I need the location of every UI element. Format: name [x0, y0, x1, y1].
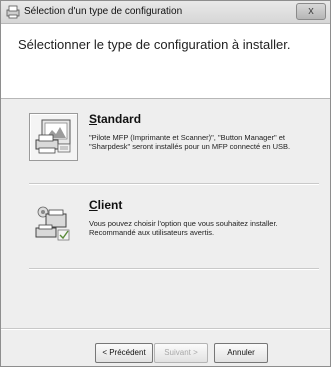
standard-option-title[interactable]: Standard [89, 112, 141, 126]
client-desc-line2: Recommandé aux utilisateurs avertis. [89, 228, 215, 237]
next-button[interactable]: Suivant > [154, 343, 208, 363]
client-desc-line1: Vous pouvez choisir l'option que vous so… [89, 219, 278, 228]
client-option-description: Vous pouvez choisir l'option que vous so… [89, 219, 321, 237]
dialog-header: Sélectionner le type de configuration à … [1, 24, 330, 99]
client-option-button[interactable] [29, 199, 78, 247]
window-title: Sélection d'un type de configuration [24, 6, 183, 17]
client-title-rest: lient [97, 198, 123, 212]
back-button[interactable]: < Précédent [95, 343, 153, 363]
standard-desc-line2: "Sharpdesk" seront installés pour un MFP… [89, 142, 291, 151]
option-divider-1 [29, 183, 319, 184]
client-install-icon [35, 206, 70, 241]
option-divider-2 [29, 268, 319, 269]
standard-install-icon [35, 119, 71, 154]
client-option-title[interactable]: Client [89, 198, 122, 212]
setup-dialog: Sélection d'un type de configuration x S… [0, 0, 331, 367]
footer-separator [1, 328, 330, 329]
standard-mnemonic: S [89, 112, 98, 126]
standard-option-button[interactable] [29, 113, 78, 161]
setup-app-icon [6, 5, 20, 19]
page-title: Sélectionner le type de configuration à … [18, 37, 291, 52]
standard-option-description: "Pilote MFP (Imprimante et Scanner)", "B… [89, 133, 321, 151]
standard-title-rest: tandard [97, 112, 142, 126]
client-mnemonic: C [89, 198, 98, 212]
title-bar[interactable]: Sélection d'un type de configuration x [1, 1, 330, 24]
close-button[interactable]: x [296, 3, 326, 20]
standard-desc-line1: "Pilote MFP (Imprimante et Scanner)", "B… [89, 133, 286, 142]
cancel-button[interactable]: Annuler [214, 343, 268, 363]
